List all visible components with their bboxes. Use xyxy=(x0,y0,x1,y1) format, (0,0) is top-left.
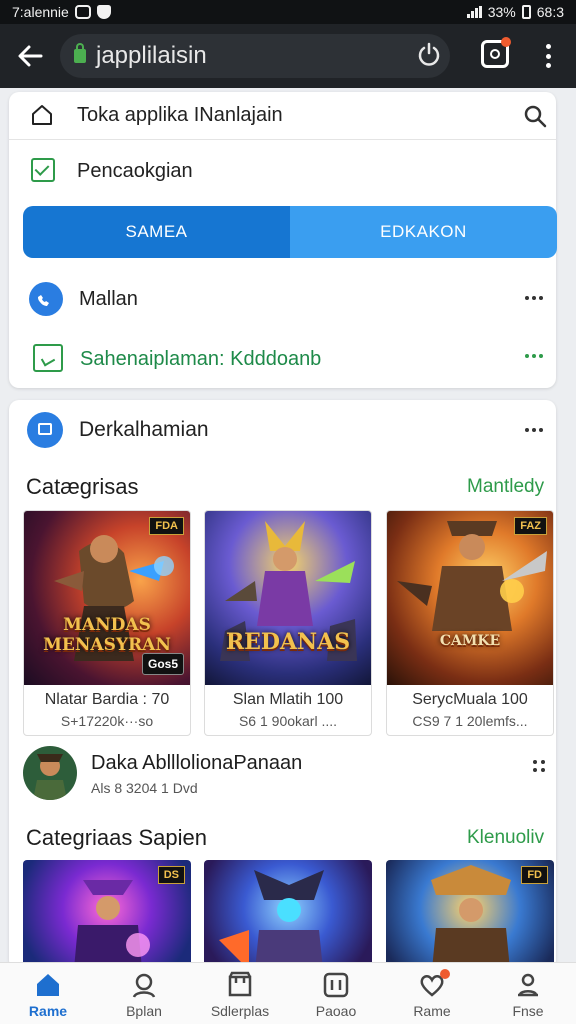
nav-item-profile[interactable]: Fnse xyxy=(480,963,576,1024)
game-art: REDANAS xyxy=(205,511,371,685)
segment-left[interactable]: SAMEA xyxy=(23,206,290,258)
top-card: Toka applika INanlajain Pencaokgian SAME… xyxy=(9,92,557,388)
game-art-title: CAMKE xyxy=(439,633,501,649)
mallan-label: Mallan xyxy=(79,288,138,310)
categories2-title: Categriaas Sapien xyxy=(26,825,208,850)
nav-label: Rame xyxy=(28,1003,68,1019)
developer-meta: Als 8 3204 1 Dvd xyxy=(91,780,198,796)
game-name: Slan Mlatih 100 xyxy=(232,691,344,708)
nav-item-store[interactable]: Sdlerplas xyxy=(192,963,288,1024)
game-thumbnail[interactable] xyxy=(204,860,372,970)
rating-badge: Gos5 xyxy=(141,653,184,675)
warrior-illustration xyxy=(220,521,357,661)
game-art: MANDAS MENASYRAN FDA Gos5 xyxy=(24,511,190,685)
game-meta: CS9 7 1 20lemfs... xyxy=(412,713,528,729)
nav-label: Fnse xyxy=(512,1003,544,1019)
home-icon xyxy=(37,974,59,996)
warrior-illustration xyxy=(397,521,547,631)
carrier-label: 7:alennie xyxy=(12,4,69,20)
sahen-label: Sahenaiplaman: Kdddoanb xyxy=(80,348,322,370)
check-row[interactable]: Pencaokgian xyxy=(9,148,556,194)
store-icon xyxy=(228,971,252,997)
game-badge: FAZ xyxy=(514,517,547,535)
clock: 68:3 xyxy=(536,4,564,20)
game-meta: S+17220k···so xyxy=(60,713,154,729)
arrow-left-icon xyxy=(18,45,43,67)
nav-item-heart[interactable]: Rame xyxy=(384,963,480,1024)
list-item-mallan[interactable]: Mallan xyxy=(9,276,556,322)
more-icon[interactable] xyxy=(525,354,543,358)
section-header-label: Derkalhamian xyxy=(79,418,209,441)
categories-title: Catægrisas xyxy=(26,474,139,499)
content-card: Derkalhamian Catægrisas Mantledy MANDAS … xyxy=(9,400,556,970)
nav-item-apps[interactable]: Paoao xyxy=(288,963,384,1024)
home-outline-icon xyxy=(32,105,52,125)
browser-toolbar: japplilaisin xyxy=(0,24,576,88)
chart-icon xyxy=(33,344,63,372)
calendar-icon xyxy=(27,412,63,448)
camera-badge xyxy=(501,37,511,47)
nav-item-home[interactable]: Rame xyxy=(0,963,96,1024)
phone-icon xyxy=(29,282,63,316)
url-text: japplilaisin xyxy=(96,42,207,69)
developer-row[interactable]: Daka AblllolionaPanaan Als 8 3204 1 Dvd xyxy=(23,746,545,806)
game-name: Nlatar Bardia : 70 xyxy=(44,691,170,708)
status-bar: 7:alennie 33% 68:3 xyxy=(0,0,576,24)
profile-icon xyxy=(518,973,538,997)
bottom-navigation: Rame Bplan Sdlerplas Paoao Rame Fnse xyxy=(0,962,576,1024)
categories2-more-link[interactable]: Klenuoliv xyxy=(467,827,544,849)
nav-label: Rame xyxy=(413,1003,451,1019)
game-badge: FD xyxy=(521,866,548,884)
game-card[interactable]: REDANAS Slan Mlatih 100 S6 1 90okarl ...… xyxy=(204,510,372,736)
checkbox-icon[interactable] xyxy=(31,158,55,182)
avatar xyxy=(23,746,77,800)
power-button[interactable] xyxy=(413,38,445,70)
game-badge: FDA xyxy=(149,517,184,535)
segment-right[interactable]: EDKAKON xyxy=(290,206,557,258)
warrior-illustration xyxy=(219,870,324,970)
developer-name: Daka AblllolionaPanaan xyxy=(91,752,303,774)
battery-icon xyxy=(521,5,531,19)
power-icon xyxy=(418,42,440,66)
notification-badge xyxy=(440,969,450,979)
more-icon[interactable] xyxy=(525,428,543,432)
check-label: Pencaokgian xyxy=(77,160,193,182)
game-art-title: MANDAS MENASYRAN xyxy=(43,615,171,655)
categories-more-link[interactable]: Mantledy xyxy=(467,476,544,498)
address-bar[interactable]: japplilaisin xyxy=(60,34,450,78)
game-badge: DS xyxy=(157,866,185,884)
nav-item-person[interactable]: Bplan xyxy=(96,963,192,1024)
more-icon[interactable] xyxy=(531,758,547,774)
game-meta: S6 1 90okarl .... xyxy=(238,713,338,729)
notification-icon xyxy=(74,5,91,19)
game-thumbnail[interactable]: FD xyxy=(386,860,554,970)
apps-icon xyxy=(323,972,349,998)
nav-label: Sdlerplas xyxy=(210,1003,270,1019)
game-name: SerycMuala 100 xyxy=(412,691,528,708)
game-art-title: REDANAS xyxy=(225,629,351,655)
signal-icon xyxy=(466,6,482,18)
person-icon xyxy=(132,973,156,998)
nav-label: Bplan xyxy=(126,1003,162,1019)
kebab-menu-icon[interactable] xyxy=(536,41,560,71)
game-card[interactable]: CAMKE FAZ SerycMuala 100 CS9 7 1 20lemfs… xyxy=(386,510,554,736)
game-thumbnail[interactable]: DS xyxy=(23,860,191,970)
search-icon[interactable] xyxy=(523,104,547,128)
segmented-control: SAMEA EDKAKON xyxy=(23,206,557,258)
back-button[interactable] xyxy=(0,24,60,88)
search-row[interactable]: Toka applika INanlajain xyxy=(9,92,556,140)
shield-icon xyxy=(96,5,111,19)
more-icon[interactable] xyxy=(525,296,543,300)
game-card[interactable]: MANDAS MENASYRAN FDA Gos5 Nlatar Bardia … xyxy=(23,510,191,736)
nav-label: Paoao xyxy=(315,1003,357,1019)
lock-icon xyxy=(74,43,86,63)
game-art: CAMKE FAZ xyxy=(387,511,553,685)
list-item-sahen[interactable]: Sahenaiplaman: Kdddoanb xyxy=(9,338,556,380)
search-text: Toka applika INanlajain xyxy=(77,104,283,126)
battery-percent: 33% xyxy=(487,4,516,20)
